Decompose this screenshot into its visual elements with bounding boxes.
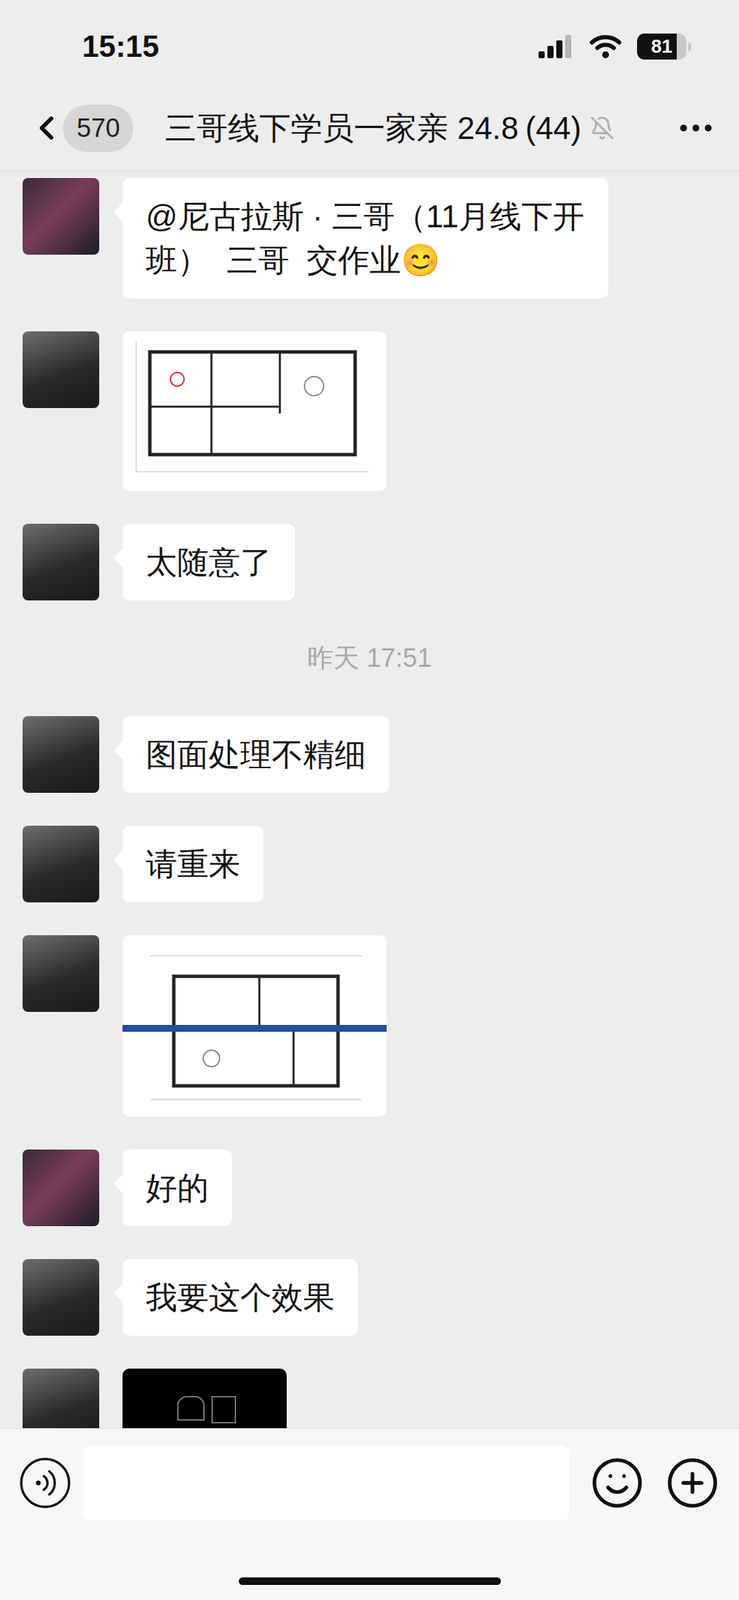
message-text: @尼古拉斯 · 三哥（11月线下开班） 三哥 交作业😊 — [145, 194, 586, 282]
status-time: 15:15 — [82, 23, 160, 70]
avatar[interactable] — [22, 825, 100, 902]
message-row: 我要这个效果 — [0, 1258, 739, 1335]
message-row: 太随意了 — [0, 523, 739, 601]
wifi-icon — [589, 34, 622, 59]
signal-icon — [538, 34, 575, 59]
time-divider: 昨天 17:51 — [0, 632, 739, 683]
message-list[interactable]: @尼古拉斯 · 三哥（11月线下开班） 三哥 交作业😊 太随意了昨天 17:51 图… — [0, 171, 739, 1428]
image-message[interactable] — [122, 331, 387, 491]
avatar[interactable] — [22, 177, 100, 255]
message-row: 好的 — [0, 1148, 739, 1226]
message-text: 好的 — [145, 1165, 209, 1210]
avatar[interactable] — [22, 715, 100, 793]
image-sketch — [211, 1395, 237, 1423]
message-row: 请重来 — [0, 825, 739, 902]
message-bubble[interactable]: 好的 — [122, 1148, 232, 1226]
status-bar: 15:15 81 — [0, 0, 739, 86]
avatar[interactable] — [22, 1367, 100, 1428]
message-row — [0, 934, 739, 1117]
chat-screen: 15:15 81 570 三哥线下学员一家亲 24.8(44) @尼古拉斯 · 三哥（1… — [0, 0, 739, 1600]
message-row — [0, 1367, 739, 1428]
floor-plan-image[interactable] — [122, 934, 387, 1117]
bubble-tail — [113, 740, 133, 760]
bubble-tail — [113, 1173, 133, 1193]
message-text: 我要这个效果 — [145, 1274, 335, 1319]
message-bubble[interactable]: 请重来 — [122, 825, 264, 902]
battery-icon: 81 — [637, 33, 692, 60]
floor-plan-image[interactable] — [122, 331, 387, 491]
message-row — [0, 331, 739, 491]
voice-icon[interactable] — [19, 1456, 72, 1509]
image-sketch — [177, 1395, 205, 1420]
message-input[interactable] — [83, 1444, 570, 1520]
bubble-tail — [113, 202, 133, 222]
unread-badge[interactable]: 570 — [62, 104, 134, 152]
mute-icon — [589, 115, 615, 141]
avatar[interactable] — [22, 331, 100, 408]
back-icon[interactable] — [27, 108, 66, 148]
message-bubble[interactable]: 我要这个效果 — [122, 1258, 358, 1335]
avatar[interactable] — [22, 1148, 100, 1226]
image-message[interactable] — [122, 934, 387, 1117]
more-button[interactable] — [680, 124, 712, 132]
avatar[interactable] — [22, 523, 100, 601]
message-bubble[interactable]: 太随意了 — [122, 523, 295, 601]
message-text: 图面处理不精细 — [145, 732, 367, 776]
avatar[interactable] — [22, 1258, 100, 1335]
avatar[interactable] — [22, 934, 100, 1012]
bubble-tail — [113, 1282, 133, 1303]
input-bar — [0, 1427, 739, 1600]
message-bubble[interactable]: 图面处理不精细 — [122, 715, 390, 793]
bubble-tail — [113, 849, 133, 870]
message-text: 太随意了 — [145, 539, 272, 584]
message-row: @尼古拉斯 · 三哥（11月线下开班） 三哥 交作业😊 — [0, 177, 739, 299]
plus-icon[interactable] — [665, 1454, 720, 1510]
message-row: 图面处理不精细 — [0, 715, 739, 793]
message-bubble[interactable]: @尼古拉斯 · 三哥（11月线下开班） 三哥 交作业😊 — [122, 177, 609, 299]
chat-title: 三哥线下学员一家亲 24.8(44) — [164, 104, 581, 152]
message-text: 请重来 — [145, 841, 241, 886]
home-indicator — [238, 1576, 501, 1585]
image-message[interactable] — [122, 1367, 287, 1428]
emoji-icon[interactable] — [589, 1454, 645, 1510]
chat-header: 570 三哥线下学员一家亲 24.8(44) — [0, 85, 739, 172]
bubble-tail — [113, 548, 133, 568]
